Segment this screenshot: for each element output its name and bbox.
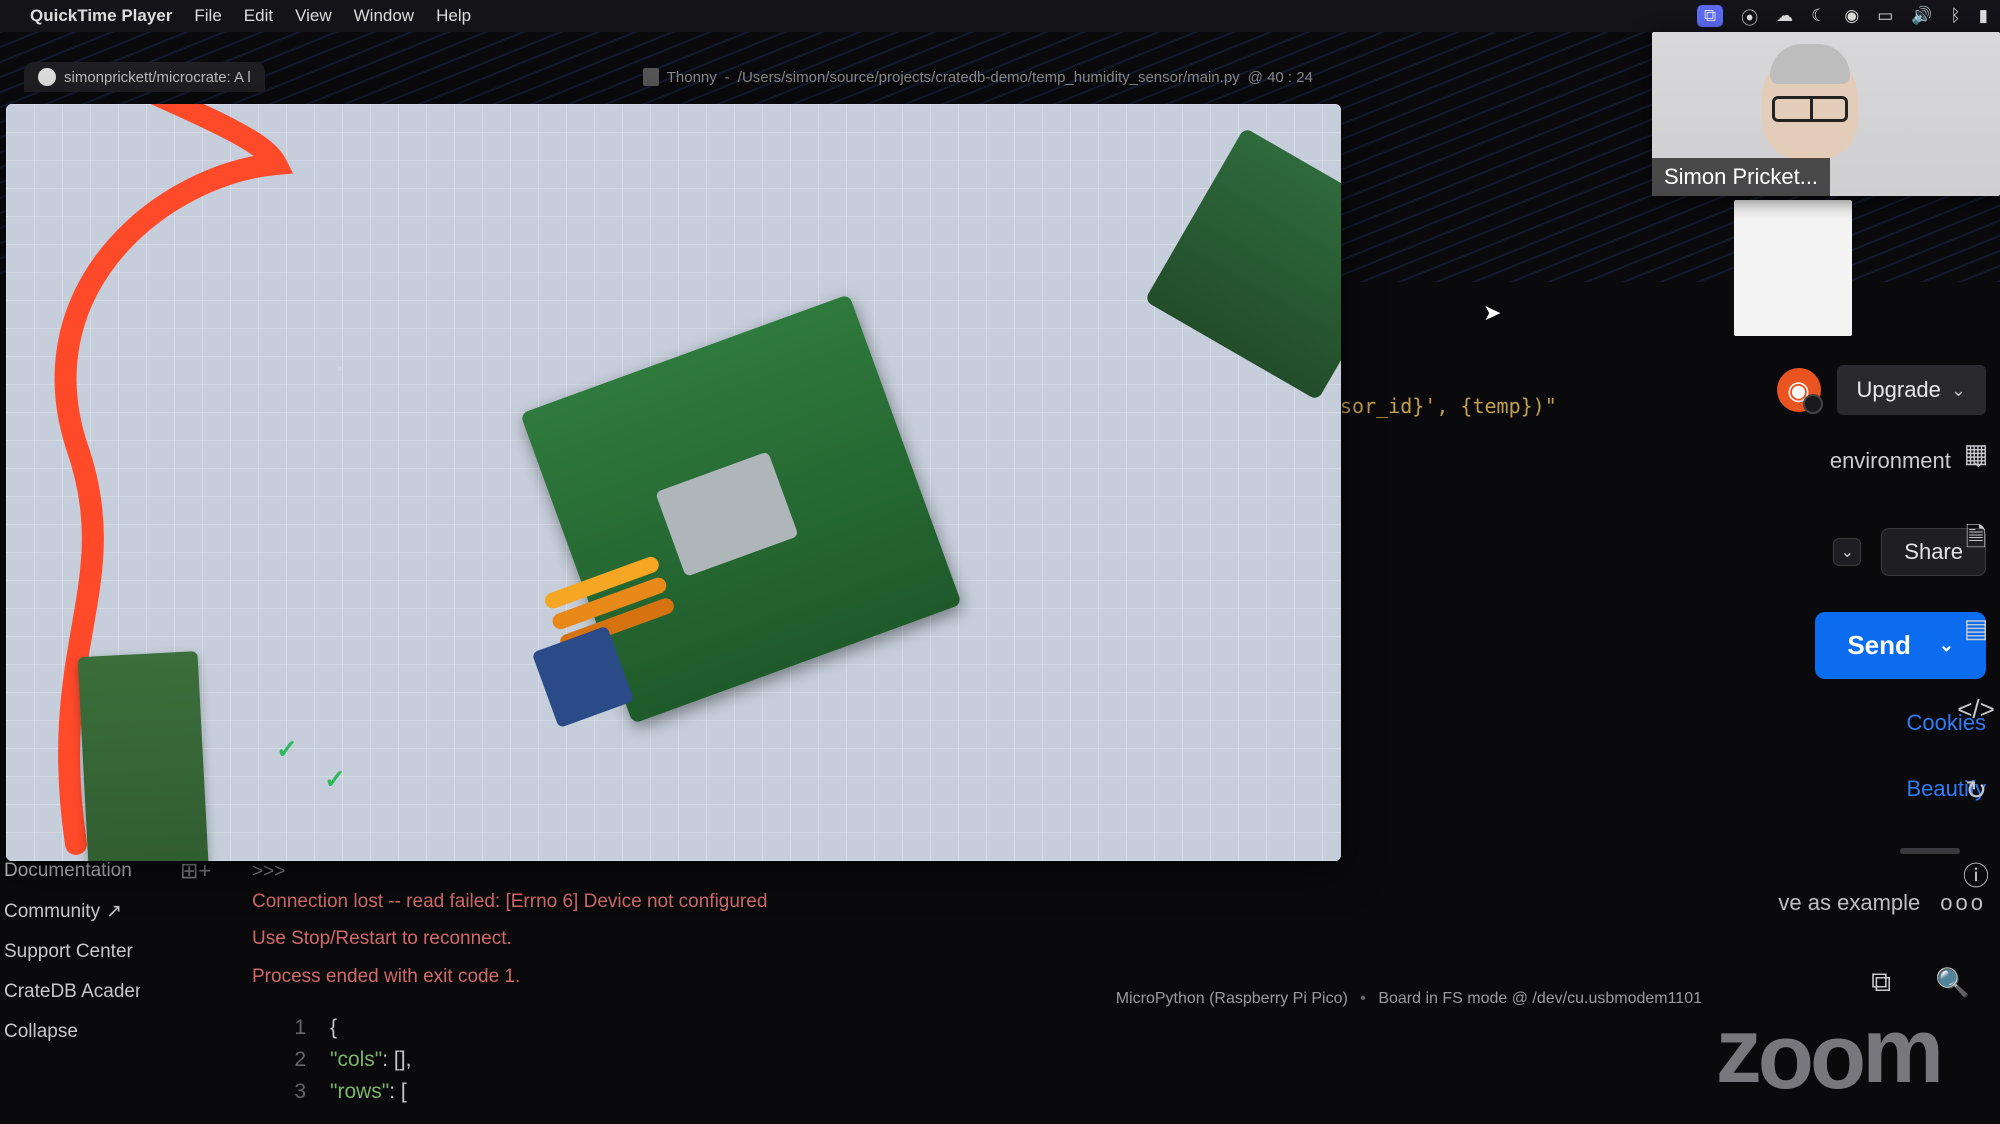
shell-line: Use Stop/Restart to reconnect.	[252, 925, 1702, 953]
refresh-icon[interactable]: ↻	[1965, 775, 1987, 806]
side-icon-strip: ▦ 🗎 ▤ </> ↻ ⓘ	[1952, 438, 2000, 893]
menu-file[interactable]: File	[194, 6, 221, 26]
github-icon	[38, 68, 56, 86]
upgrade-area: ◉ Upgrade⌄	[1777, 365, 1986, 415]
shell-terminal[interactable]: >>> Connection lost -- read failed: [Err…	[252, 858, 1702, 990]
response-json-area[interactable]: 1 2 3 { "cols": [], "rows": [	[250, 1016, 1650, 1112]
code-fragment: sor_id}', {temp})"	[1340, 394, 1557, 418]
sidebar-item-support[interactable]: Support Center	[0, 932, 140, 972]
menu-window[interactable]: Window	[354, 6, 414, 26]
ubuntu-badge-icon[interactable]: ◉	[1777, 368, 1821, 412]
editor-cursor-pos: @ 40 : 24	[1248, 69, 1313, 86]
editor-title-bar: Thonny - /Users/simon/source/projects/cr…	[643, 68, 1313, 86]
dropdown-icon[interactable]: ⌄	[1833, 538, 1861, 566]
menu-view[interactable]: View	[295, 6, 332, 26]
app-title[interactable]: QuickTime Player	[30, 6, 172, 26]
status-interpreter: MicroPython (Raspberry Pi Pico)	[1116, 990, 1348, 1007]
moon-icon[interactable]: ☾	[1811, 6, 1826, 26]
glasses-icon	[1772, 96, 1848, 122]
zoom-watermark: zoom	[1716, 999, 1940, 1104]
save-as-example[interactable]: ve as example ooo	[1778, 890, 1986, 916]
volume-icon[interactable]: 🔊	[1911, 6, 1932, 26]
sidebar-item-collapse[interactable]: Collapse	[0, 1012, 140, 1052]
tab-title: simonprickett/microcrate: A l	[64, 69, 251, 86]
info-icon[interactable]: ⓘ	[1963, 856, 1989, 893]
quicktime-camera-window[interactable]: ✓ ✓	[6, 104, 1341, 861]
chevron-down-icon: ⌄	[1951, 380, 1966, 401]
status-board: Board in FS mode @ /dev/cu.usbmodem1101	[1378, 990, 1702, 1007]
search-icon[interactable]: 🔍	[1935, 966, 1970, 999]
collection-icon[interactable]: ▤	[1964, 613, 1989, 644]
copy-icon[interactable]: ⧉	[1871, 966, 1891, 999]
zoom-participant-tile[interactable]: Simon Pricket...	[1652, 32, 2000, 196]
cloud-icon[interactable]: ☁	[1776, 6, 1793, 26]
editor-app-name: Thonny	[667, 69, 717, 86]
audio-wave-icon[interactable]: ⦿	[1741, 4, 1758, 29]
document-icon[interactable]: 🗎	[1966, 519, 1987, 563]
display-icon[interactable]: ▭	[1877, 6, 1893, 26]
sync-icon[interactable]: ◉	[1844, 6, 1859, 26]
sidebar-item-community[interactable]: Community↗	[0, 891, 140, 932]
upgrade-button[interactable]: Upgrade⌄	[1837, 365, 1986, 415]
panel-icon[interactable]: ▦	[1964, 438, 1989, 469]
left-sidebar: Documentation↗ Community↗ Support Center…	[0, 850, 140, 1052]
line-number-gutter: 1 2 3	[250, 1016, 330, 1112]
mouse-cursor-icon: ➤	[1483, 300, 1501, 326]
grid-add-icon[interactable]: ⊞+	[180, 858, 211, 884]
editor-file-path: /Users/simon/source/projects/cratedb-dem…	[738, 69, 1240, 86]
bluetooth-icon[interactable]: ᛒ	[1950, 6, 1960, 26]
shell-line: Process ended with exit code 1.	[252, 963, 1702, 991]
sidebar-item-academy[interactable]: CrateDB Academy	[0, 972, 140, 1012]
checkmark-icon: ✓	[276, 734, 298, 765]
browser-tab-github[interactable]: simonprickett/microcrate: A l	[24, 62, 265, 92]
document-icon	[643, 68, 659, 86]
menu-edit[interactable]: Edit	[244, 6, 273, 26]
mac-menubar: QuickTime Player File Edit View Window H…	[0, 0, 2000, 32]
drag-handle[interactable]	[1900, 848, 1960, 854]
shell-prompt: >>>	[252, 858, 1702, 886]
menubar-right-icons: ⧉ ⦿ ☁ ☾ ◉ ▭ 🔊 ᛒ ▮	[1697, 4, 1988, 29]
response-action-icons: ⧉ 🔍	[1871, 966, 1970, 999]
menu-help[interactable]: Help	[436, 6, 471, 26]
zoom-thumbnail-secondary[interactable]	[1734, 200, 1852, 336]
participant-name-label: Simon Pricket...	[1652, 158, 1830, 196]
more-options-icon[interactable]: ooo	[1940, 890, 1986, 916]
raspberry-pi-pico-small	[78, 651, 211, 861]
screen-share-indicator-icon[interactable]: ⧉	[1697, 5, 1723, 27]
code-icon[interactable]: </>	[1957, 694, 1995, 725]
battery-icon[interactable]: ▮	[1979, 6, 1988, 26]
editor-status-bar: MicroPython (Raspberry Pi Pico) • Board …	[252, 990, 1702, 1018]
shell-line: Connection lost -- read failed: [Errno 6…	[252, 888, 1702, 916]
json-code-body: { "cols": [], "rows": [	[330, 1016, 411, 1112]
checkmark-icon: ✓	[324, 764, 346, 795]
